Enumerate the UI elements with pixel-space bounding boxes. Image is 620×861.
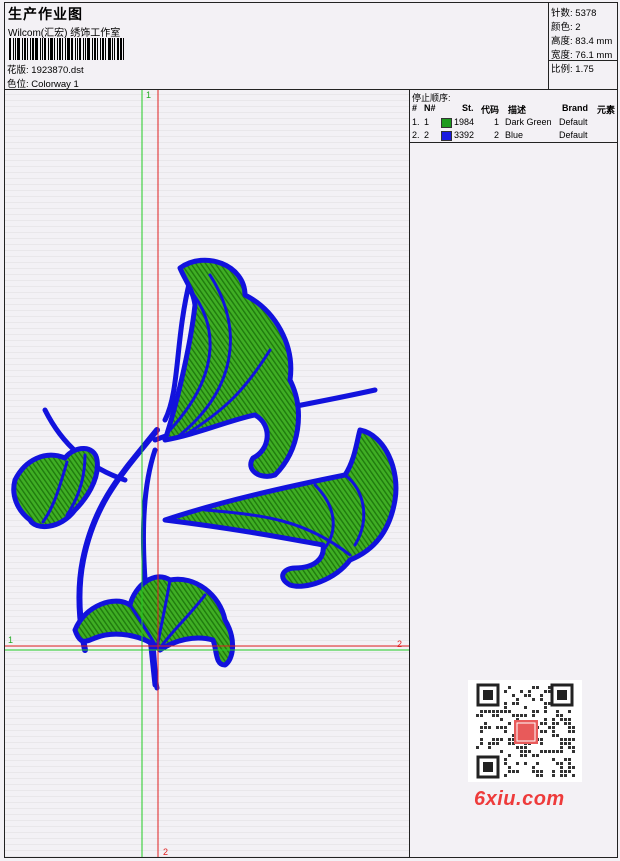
design-label: 花版:	[7, 65, 29, 76]
guide-label-bottom: 2	[163, 847, 169, 857]
stat-colors: 颜色: 2	[551, 22, 581, 33]
colorway-label: 色位:	[7, 79, 29, 90]
design-file: 1923870.dst	[31, 65, 84, 76]
color-swatch-blue	[441, 131, 452, 141]
table-row[interactable]: 2. 2 3392 2 Blue Default	[410, 130, 617, 142]
embroidery-design	[11, 257, 399, 691]
panel-divider	[410, 142, 617, 143]
color-swatch-green	[441, 118, 452, 128]
table-row[interactable]: 1. 1 1984 1 Dark Green Default	[410, 117, 617, 129]
colorway-name: Colorway 1	[31, 79, 79, 90]
stats-box: 针数: 5378 颜色: 2 高度: 83.4 mm 宽度: 76.1 mm 比…	[548, 3, 618, 89]
company-name: Wilcom(汇宏) 绣饰工作室	[8, 28, 121, 39]
guide-label-left: 1	[8, 635, 14, 645]
barcode-icon	[9, 38, 141, 60]
stat-width: 宽度: 76.1 mm	[551, 50, 613, 61]
qr-code-icon	[468, 680, 582, 782]
guide-label-right: 2	[397, 639, 403, 649]
colorway-info: 色位: Colorway 1	[7, 76, 79, 90]
design-info: 花版: 1923870.dst	[7, 62, 84, 76]
watermark-logo: 6xiu.com	[474, 788, 565, 810]
stat-stitches: 针数: 5378	[551, 8, 597, 19]
sheet-title: 生产作业图	[8, 6, 83, 22]
embroidery-preview	[5, 90, 409, 857]
design-canvas[interactable]: 1 2 1 2	[5, 90, 410, 857]
header-area: 生产作业图 Wilcom(汇宏) 绣饰工作室 花版: 1923870.dst 色…	[5, 3, 618, 90]
stat-scale: 比例: 1.75	[551, 64, 594, 75]
stat-height: 高度: 83.4 mm	[551, 36, 613, 47]
table-header: # N# St. 代码 描述 Brand 元素	[412, 103, 616, 115]
guide-label-top: 1	[146, 90, 152, 100]
